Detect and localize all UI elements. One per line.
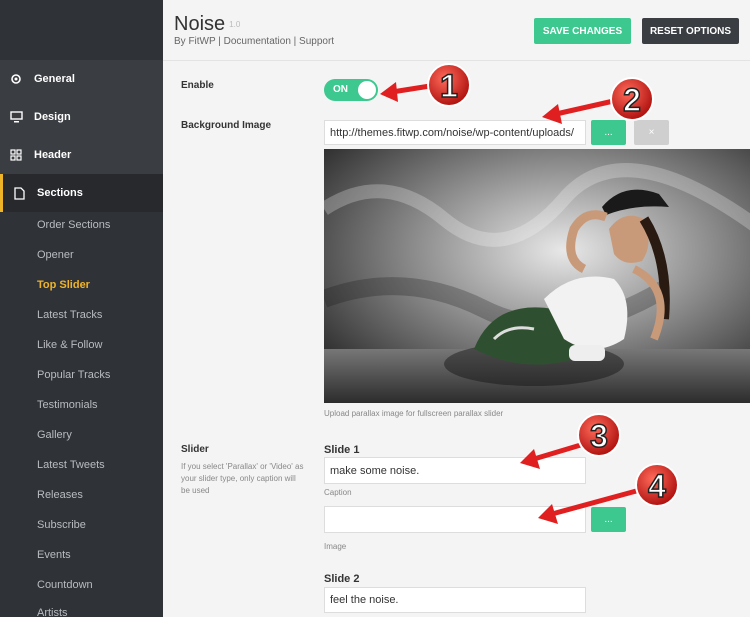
arrow-icon: [380, 82, 431, 102]
annotation-badge-3: 3: [577, 413, 621, 457]
svg-text:4: 4: [648, 468, 666, 504]
svg-text:3: 3: [590, 418, 608, 454]
svg-text:1: 1: [440, 68, 458, 104]
annotation-badge-4: 4: [635, 463, 679, 507]
arrow-icon: [520, 441, 585, 469]
annotation-badge-1: 1: [427, 63, 471, 107]
arrow-icon: [538, 487, 641, 524]
arrow-icon: [542, 97, 619, 124]
annotation-badge-2: 2: [610, 77, 654, 121]
svg-text:2: 2: [623, 82, 641, 118]
annotation-overlay: 1 2 3 4: [380, 63, 679, 524]
